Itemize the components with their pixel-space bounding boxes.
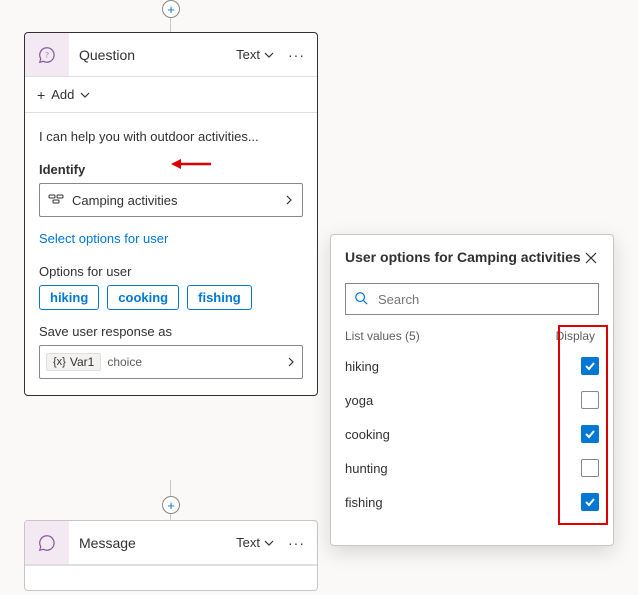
option-label: hunting: [345, 461, 388, 476]
message-card: Message Text ···: [24, 520, 318, 591]
save-variable-picker[interactable]: {x} Var1 choice: [39, 345, 303, 379]
plus-icon: +: [37, 87, 45, 103]
plus-icon: +: [167, 499, 175, 512]
chevron-down-icon: [264, 50, 274, 60]
add-label: Add: [51, 87, 74, 102]
option-label: fishing: [345, 495, 383, 510]
question-card-title: Question: [69, 33, 230, 76]
output-type-label: Text: [236, 47, 260, 62]
question-output-type-dropdown[interactable]: Text: [230, 43, 280, 66]
display-checkbox[interactable]: [581, 391, 599, 409]
connector-add-middle[interactable]: +: [162, 496, 180, 514]
chevron-down-icon: [80, 90, 90, 100]
plus-icon: +: [167, 3, 175, 16]
svg-text:?: ?: [45, 50, 49, 59]
option-row: hiking: [345, 349, 599, 383]
option-row: cooking: [345, 417, 599, 451]
user-option-chip[interactable]: hiking: [39, 285, 99, 310]
variable-name: Var1: [70, 355, 94, 369]
chevron-right-icon: [286, 357, 296, 367]
search-input[interactable]: [376, 291, 590, 308]
options-label: Options for user: [39, 264, 303, 279]
user-option-chip[interactable]: cooking: [107, 285, 179, 310]
message-card-header: Message Text ···: [25, 521, 317, 565]
popover-title: User options for Camping activities: [345, 249, 581, 265]
save-response-label: Save user response as: [39, 324, 303, 339]
display-checkbox[interactable]: [581, 459, 599, 477]
search-icon: [354, 291, 368, 308]
message-output-type-dropdown[interactable]: Text: [230, 531, 280, 554]
option-row: yoga: [345, 383, 599, 417]
user-option-chips: hiking cooking fishing: [39, 285, 303, 310]
message-card-title: Message: [69, 521, 230, 564]
display-checkbox[interactable]: [581, 425, 599, 443]
variable-icon: {x}: [53, 356, 66, 368]
list-header-label: List values (5): [345, 329, 420, 343]
identify-entity-picker[interactable]: Camping activities: [39, 183, 303, 217]
question-add-button[interactable]: + Add: [25, 77, 317, 113]
display-checkbox[interactable]: [581, 493, 599, 511]
user-option-chip[interactable]: fishing: [187, 285, 252, 310]
chevron-down-icon: [264, 538, 274, 548]
question-icon: ?: [25, 33, 69, 76]
select-options-link[interactable]: Select options for user: [39, 231, 168, 246]
identify-label: Identify: [39, 162, 303, 177]
message-icon: [25, 521, 69, 564]
close-icon[interactable]: [583, 249, 599, 269]
option-row: hunting: [345, 451, 599, 485]
question-statement[interactable]: I can help you with outdoor activities..…: [39, 129, 303, 144]
output-type-label: Text: [236, 535, 260, 550]
entity-icon: [48, 191, 64, 210]
message-more-menu[interactable]: ···: [282, 531, 311, 555]
option-label: cooking: [345, 427, 390, 442]
option-label: hiking: [345, 359, 379, 374]
message-body-preview: [25, 565, 317, 590]
variable-tag: {x} Var1: [46, 353, 101, 371]
options-list: hiking yoga cooking hunting fishing: [345, 349, 599, 519]
question-card: ? Question Text ··· + Add I can help yo: [24, 32, 318, 396]
identify-entity-value: Camping activities: [72, 193, 276, 208]
variable-type: choice: [107, 355, 280, 369]
display-checkbox[interactable]: [581, 357, 599, 375]
chevron-right-icon: [284, 195, 294, 205]
question-card-header: ? Question Text ···: [25, 33, 317, 77]
question-more-menu[interactable]: ···: [282, 43, 311, 67]
display-header-label: Display: [556, 329, 595, 343]
user-options-popover: User options for Camping activities List…: [330, 234, 614, 546]
connector-add-top[interactable]: +: [162, 0, 180, 18]
options-search[interactable]: [345, 283, 599, 315]
option-row: fishing: [345, 485, 599, 519]
option-label: yoga: [345, 393, 373, 408]
